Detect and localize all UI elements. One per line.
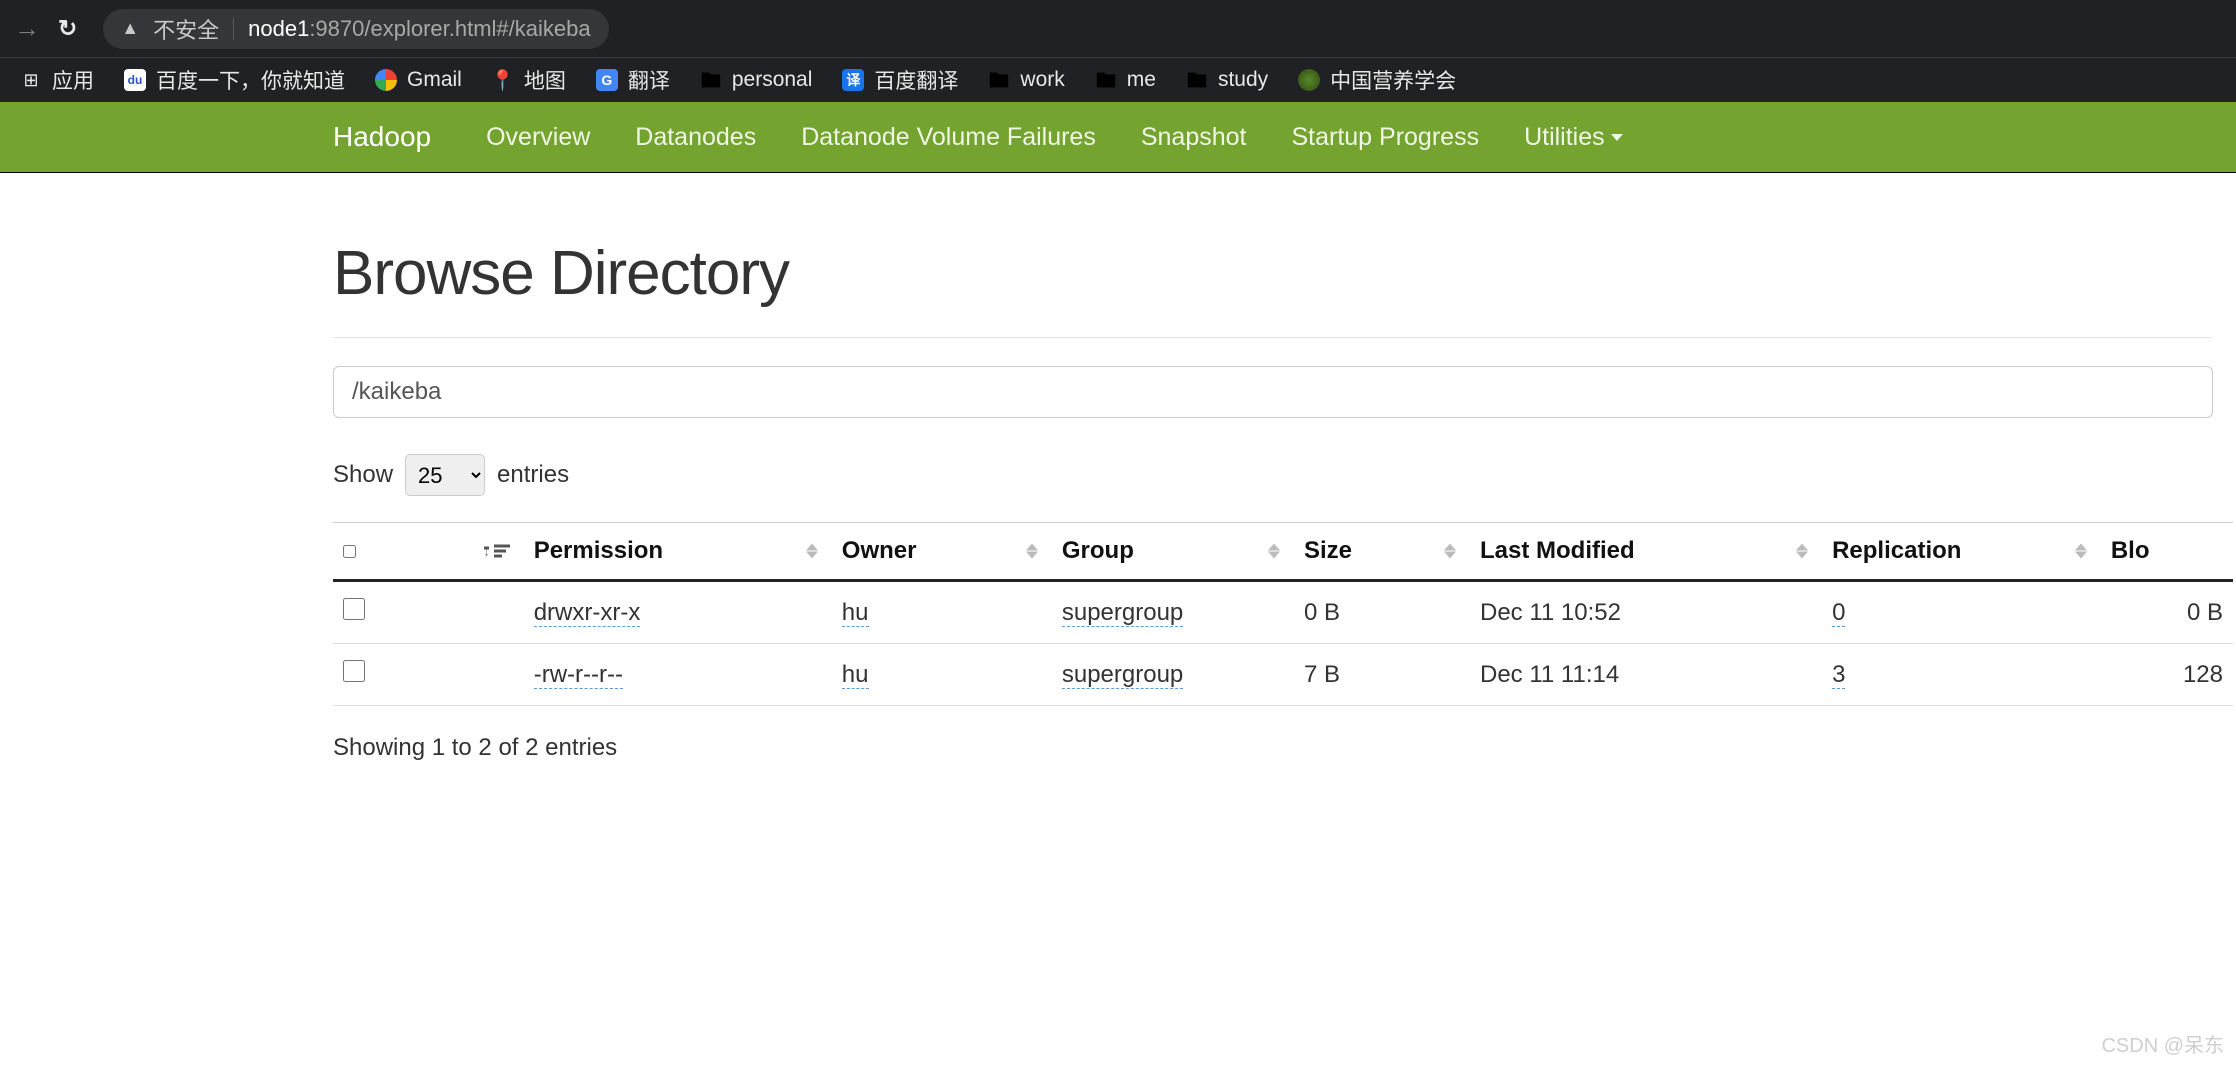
col-block-size[interactable]: Blo [2101,523,2233,581]
size-value: 0 B [1304,599,1340,626]
col-checkbox[interactable] [333,523,421,581]
size-value: 7 B [1304,661,1340,688]
page-length-control: Show 25 entries [333,454,2236,496]
url-text: node1:9870/explorer.html#/kaikeba [248,16,590,42]
brand[interactable]: Hadoop [333,121,431,153]
modified-value: Dec 11 11:14 [1480,661,1619,688]
translate-icon: G [596,69,618,91]
nav-utilities[interactable]: Utilities [1524,123,1623,152]
bookmark-label: Gmail [407,68,462,92]
nav-overview[interactable]: Overview [486,123,590,152]
sort-icon [1268,544,1280,559]
col-replication[interactable]: Replication [1822,523,2101,581]
divider [333,337,2213,338]
apps-icon: ⊞ [20,69,42,91]
bookmark-apps[interactable]: ⊞ 应用 [20,65,94,95]
bookmark-baidu[interactable]: du 百度一下，你就知道 [124,65,345,95]
bookmark-label: 百度一下，你就知道 [156,65,345,95]
page-size-select[interactable]: 25 [405,454,485,496]
block-value: 128 [2183,661,2223,688]
group-value[interactable]: supergroup [1062,661,1183,689]
app-navbar: Hadoop Overview Datanodes Datanode Volum… [0,102,2236,173]
map-pin-icon: 📍 [492,69,514,91]
address-bar[interactable]: ▲ 不安全 node1:9870/explorer.html#/kaikeba [103,9,608,49]
nav-datanode-volume-failures[interactable]: Datanode Volume Failures [801,123,1096,152]
content-area: Browse Directory Show 25 entries ↓ Permi… [0,238,2236,762]
show-label: Show [333,461,393,489]
bookmark-label: personal [732,68,813,92]
sort-icon: ↓ [494,545,510,558]
nutrition-icon [1298,69,1320,91]
bookmark-study[interactable]: study [1186,68,1268,92]
baidu-translate-icon: 译 [842,69,864,91]
bookmark-nutrition[interactable]: 中国营养学会 [1298,65,1456,95]
owner-value[interactable]: hu [842,661,869,689]
baidu-icon: du [124,69,146,91]
table-header-row: ↓ Permission Owner Group Size [333,523,2233,581]
replication-value[interactable]: 3 [1832,661,1845,689]
bookmark-map[interactable]: 📍 地图 [492,65,566,95]
not-secure-label: 不安全 [153,13,219,45]
bookmark-baidu-translate[interactable]: 译 百度翻译 [842,65,958,95]
col-last-modified[interactable]: Last Modified [1470,523,1822,581]
bookmark-me[interactable]: me [1095,68,1156,92]
entries-label: entries [497,461,569,489]
col-group[interactable]: Group [1052,523,1294,581]
folder-icon [1186,69,1208,91]
nav-startup-progress[interactable]: Startup Progress [1291,123,1479,152]
sort-icon [2075,544,2087,559]
bookmark-label: study [1218,68,1268,92]
nav-datanodes[interactable]: Datanodes [635,123,756,152]
forward-arrow-icon[interactable]: → [14,13,40,44]
bookmark-label: me [1127,68,1156,92]
folder-icon [700,69,722,91]
bookmark-bar: ⊞ 应用 du 百度一下，你就知道 G Gmail 📍 地图 G 翻译 pers… [0,57,2236,102]
bookmark-label: 应用 [52,65,94,95]
directory-table: ↓ Permission Owner Group Size [333,522,2233,706]
sort-icon [1026,544,1038,559]
table-row: drwxr-xr-x hu supergroup 0 B Dec 11 10:5… [333,581,2233,644]
replication-value[interactable]: 0 [1832,599,1845,627]
bookmark-personal[interactable]: personal [700,68,813,92]
page-title: Browse Directory [333,238,2236,309]
table-row: -rw-r--r-- hu supergroup 7 B Dec 11 11:1… [333,644,2233,706]
permission-value[interactable]: -rw-r--r-- [534,661,623,689]
chevron-down-icon [1611,134,1623,141]
group-value[interactable]: supergroup [1062,599,1183,627]
browser-toolbar: → ↻ ▲ 不安全 node1:9870/explorer.html#/kaik… [0,0,2236,57]
bookmark-gmail[interactable]: G Gmail [375,68,462,92]
modified-value: Dec 11 10:52 [1480,599,1621,626]
nav-snapshot[interactable]: Snapshot [1141,123,1247,152]
table-info: Showing 1 to 2 of 2 entries [333,734,2236,762]
bookmark-label: work [1020,68,1064,92]
divider [233,18,234,40]
block-value: 0 B [2187,599,2223,626]
col-size[interactable]: Size [1294,523,1470,581]
bookmark-label: 中国营养学会 [1330,65,1456,95]
sort-icon [1444,544,1456,559]
col-owner[interactable]: Owner [832,523,1052,581]
folder-icon [1095,69,1117,91]
path-input[interactable] [333,366,2213,418]
bookmark-label: 地图 [524,65,566,95]
bookmark-work[interactable]: work [988,68,1064,92]
bookmark-translate[interactable]: G 翻译 [596,65,670,95]
select-all-checkbox[interactable] [343,545,356,558]
row-checkbox[interactable] [343,660,365,682]
warning-icon: ▲ [121,18,139,39]
sort-icon [806,544,818,559]
sort-icon [1796,544,1808,559]
col-index-sort[interactable]: ↓ [421,523,524,581]
bookmark-label: 翻译 [628,65,670,95]
owner-value[interactable]: hu [842,599,869,627]
permission-value[interactable]: drwxr-xr-x [534,599,641,627]
reload-icon[interactable]: ↻ [58,15,77,42]
google-icon: G [375,69,397,91]
folder-icon [988,69,1010,91]
bookmark-label: 百度翻译 [874,65,958,95]
row-checkbox[interactable] [343,598,365,620]
col-permission[interactable]: Permission [524,523,832,581]
watermark: CSDN @呆东 [2101,1029,2224,1058]
